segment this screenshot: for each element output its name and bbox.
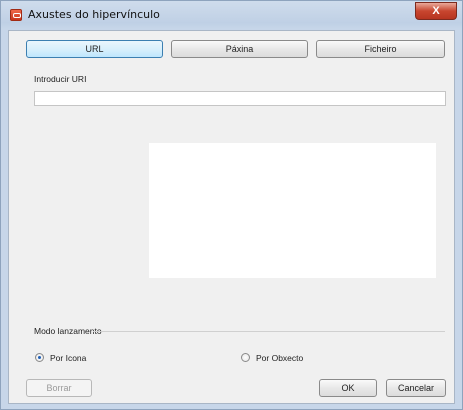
uri-input[interactable] [34,91,446,106]
radio-by-icon[interactable] [35,353,44,362]
delete-button[interactable]: Borrar [26,379,92,397]
close-button[interactable]: X [415,2,457,20]
ok-button[interactable]: OK [319,379,377,397]
group-divider [93,331,445,332]
radio-by-object-label[interactable]: Por Obxecto [256,353,303,363]
dialog-window: Axustes do hipervínculo X URL Páxina Fic… [0,0,463,410]
dialog-body: URL Páxina Ficheiro Introducir URI Modo … [8,30,455,404]
launch-mode-label: Modo lanzamento [34,326,102,336]
title-bar[interactable]: Axustes do hipervínculo X [1,1,462,29]
tab-page[interactable]: Páxina [171,40,308,58]
app-icon [10,9,22,21]
cancel-button[interactable]: Cancelar [386,379,446,397]
radio-by-object[interactable] [241,353,250,362]
close-icon: X [432,5,440,17]
window-title: Axustes do hipervínculo [28,8,160,21]
preview-area [149,143,436,278]
tab-file[interactable]: Ficheiro [316,40,445,58]
radio-by-icon-label[interactable]: Por Icona [50,353,86,363]
tab-url[interactable]: URL [26,40,163,58]
uri-label: Introducir URI [34,74,87,84]
